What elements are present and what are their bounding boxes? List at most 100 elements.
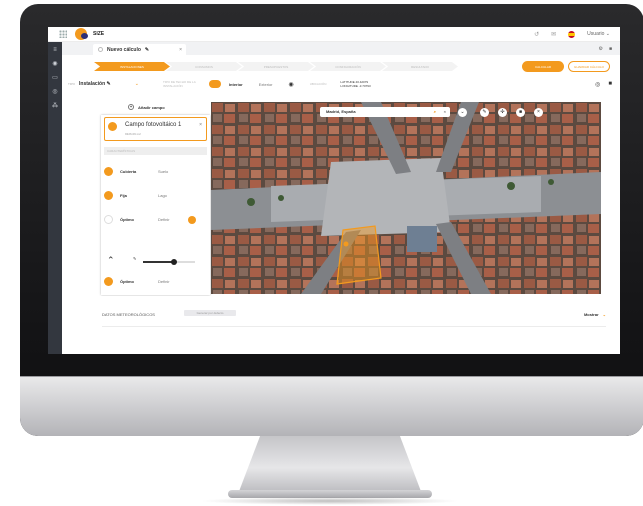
menu-icon[interactable]: ≡ — [48, 44, 62, 56]
delete-icon[interactable]: ■ — [608, 81, 612, 88]
target-icon[interactable]: ◎ — [595, 81, 600, 88]
meteo-default-button[interactable]: Generar por defecto — [184, 310, 236, 316]
history-icon[interactable]: ↺ — [534, 31, 539, 38]
step-configuracion[interactable]: CONFIGURACIÓN — [310, 62, 386, 71]
field-title: Campo fotovoltáico 1 — [125, 122, 182, 128]
field-close-icon[interactable]: × — [199, 122, 202, 128]
visibility-icon[interactable]: ◉ — [289, 81, 294, 88]
dashboard-icon[interactable]: ◉ — [48, 58, 62, 70]
tilt-icon — [104, 215, 113, 224]
notifications-icon[interactable]: ✉ — [551, 31, 556, 38]
option-row-1[interactable]: Cubierta Suelo — [104, 167, 207, 176]
tab-nuevo-calculo[interactable]: Nuevo cálculo ✎ × — [93, 44, 186, 55]
option-a[interactable]: Fija — [120, 193, 158, 198]
top-bar: SIZE ↺ ✉ Usuario ⌄ — [48, 27, 620, 42]
map-chevron-icon[interactable]: ⌄ — [458, 108, 467, 117]
satellite-map[interactable]: Madrid, España ⌕ × ⌄ ✎ ✣ ■ × — [211, 102, 601, 294]
option-row-3[interactable]: Óptimo Definir — [104, 215, 207, 224]
field-card[interactable]: Campo fotovoltáico 1 9326.09 m2 × — [104, 117, 207, 141]
option-row-4[interactable]: Óptimo Definir — [104, 277, 207, 286]
location-label: UBICACIÓN — [309, 82, 327, 86]
screen: SIZE ↺ ✉ Usuario ⌄ ≡ ◉ ▭ ◎ ⁂ Nuevo cálcu… — [48, 27, 620, 354]
tab-strip-actions: ⚙ ■ — [598, 42, 612, 55]
field-area: 9326.09 m2 — [125, 132, 141, 136]
size-logo-icon — [75, 28, 88, 40]
save-icon[interactable]: ■ — [609, 46, 612, 52]
monitor-stand-neck — [238, 436, 422, 494]
row-actions: ◎ ■ — [595, 81, 612, 88]
slider-thumb[interactable] — [171, 259, 177, 265]
search-icon[interactable]: ⌕ — [434, 107, 436, 117]
user-menu[interactable]: Usuario ⌄ — [587, 31, 610, 37]
option-b[interactable]: Definir — [158, 279, 188, 284]
mount-icon — [104, 191, 113, 200]
map-search-value: Madrid, España — [326, 109, 356, 114]
plus-icon: + — [128, 104, 134, 110]
calculate-button[interactable]: CALCULAR — [522, 61, 564, 72]
bottom-section: DATOS METEOROLÓGICOS Generar por defecto… — [62, 296, 620, 354]
scene: SIZE ↺ ✉ Usuario ⌄ ≡ ◉ ▭ ◎ ⁂ Nuevo cálcu… — [0, 0, 643, 506]
spain-flag-icon[interactable] — [568, 30, 576, 38]
longitude-value: -3.70793 — [358, 84, 371, 88]
step-instalaciones[interactable]: INSTALACIONES — [94, 62, 170, 71]
chevron-down-icon: ⌄ — [602, 312, 606, 317]
brand-name: SIZE — [93, 31, 105, 37]
tab-close-icon[interactable]: × — [179, 47, 182, 53]
tab-label: Nuevo cálculo — [107, 46, 141, 53]
tab-strip: Nuevo cálculo ✎ × ⚙ ■ — [62, 42, 620, 55]
option-b[interactable]: Lago — [158, 193, 188, 198]
field-panel: Campo fotovoltáico 1 9326.09 m2 × CARACT… — [101, 115, 210, 295]
add-field-button[interactable]: + Añadir campo — [128, 104, 165, 110]
top-right-controls: ↺ ✉ Usuario ⌄ — [534, 30, 610, 38]
option-b[interactable]: Definir — [158, 217, 188, 222]
folder-icon[interactable]: ▭ — [48, 72, 62, 84]
edit-pencil-icon[interactable]: ✎ — [145, 47, 149, 53]
divider — [102, 326, 606, 327]
step-consumos[interactable]: CONSUMOS — [166, 62, 242, 71]
option-row-2[interactable]: Fija Lago — [104, 191, 207, 200]
interior-toggle[interactable] — [208, 80, 221, 88]
type-select[interactable]: Instalación ✎ — [79, 81, 111, 87]
map-delete-icon[interactable]: ■ — [516, 108, 525, 117]
interior-label: Interior — [228, 81, 243, 87]
define-toggle[interactable] — [188, 215, 196, 224]
search-clear-icon[interactable]: × — [444, 107, 446, 117]
map-imagery — [211, 102, 601, 294]
angle-icon: ⌃ — [107, 255, 115, 265]
option-a[interactable]: Óptimo — [120, 217, 158, 222]
characteristics-header[interactable]: CARACTERÍSTICAS — [104, 147, 207, 155]
longitude-label: LONGITUDE — [340, 84, 358, 88]
roof-icon — [104, 167, 113, 176]
solar-panel-icon — [108, 122, 117, 131]
exterior-label[interactable]: Exterior — [259, 82, 273, 87]
network-icon[interactable]: ⁂ — [48, 100, 62, 112]
move-icon[interactable]: ✣ — [498, 108, 507, 117]
option-b[interactable]: Suelo — [158, 169, 188, 174]
gauge-icon[interactable]: ◎ — [48, 86, 62, 98]
show-dropdown[interactable]: Mostrar ⌄ — [584, 312, 606, 317]
option-a[interactable]: Cubierta — [120, 169, 158, 174]
apps-grid-icon[interactable] — [59, 30, 67, 38]
add-field-label: Añadir campo — [138, 104, 165, 110]
save-calculation-button[interactable]: GUARDAR CÁLCULO — [568, 61, 610, 72]
step-presupuestos[interactable]: PRESUPUESTOS — [238, 62, 314, 71]
map-search-input[interactable]: Madrid, España ⌕ × — [320, 107, 450, 117]
step-resultado[interactable]: RESULTADO — [382, 62, 458, 71]
map-close-icon[interactable]: × — [534, 108, 543, 117]
options-row: TIPO Instalación ✎ ⌄ TIPO DE TECHO DE LA… — [62, 77, 620, 91]
chevron-down-icon[interactable]: ⌄ — [135, 81, 139, 87]
meteo-label: DATOS METEOROLÓGICOS — [102, 312, 155, 317]
draw-pencil-icon[interactable]: ✎ — [480, 108, 489, 117]
azimuth-icon — [104, 277, 113, 286]
monitor-chin — [20, 376, 643, 436]
coordinates-labels: LATITUDE 40.42079 LONGITUDE -3.70793 — [340, 80, 370, 88]
slider-fill — [143, 261, 175, 263]
roof-type-label: TIPO DE TECHO DE LA INSTALACIÓN — [162, 80, 196, 88]
tilt-slider[interactable] — [143, 259, 195, 265]
left-sidebar: ≡ ◉ ▭ ◎ ⁂ — [48, 42, 62, 354]
pencil-icon[interactable]: ✎ — [133, 256, 136, 261]
settings-icon[interactable]: ⚙ — [598, 46, 602, 52]
tab-status-icon — [98, 47, 103, 52]
type-label: TIPO — [68, 82, 76, 86]
option-a[interactable]: Óptimo — [120, 279, 158, 284]
